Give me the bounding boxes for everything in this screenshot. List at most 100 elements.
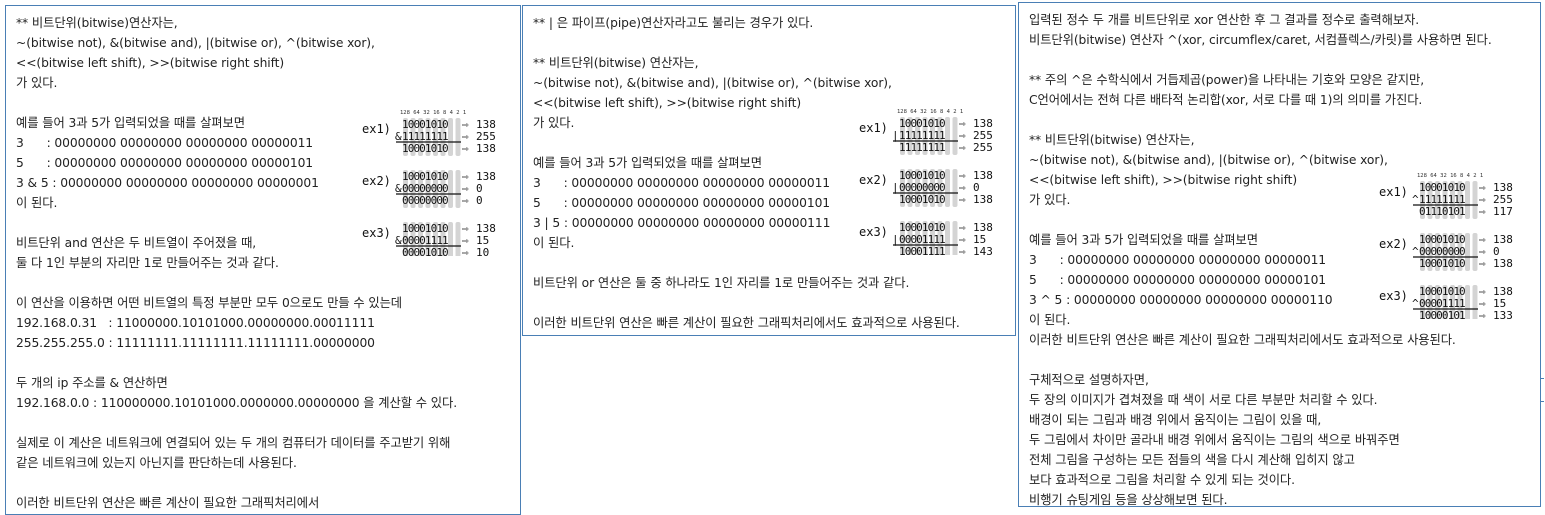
bit-column-shade [455,118,461,156]
decimal-value: 0 [476,194,483,207]
text-line [16,473,514,493]
xor-example-sketch: 128 64 32 16 8 4 2 1 ex1) 10001010 ⇨ 138 ^ 111… [1375,169,1535,323]
example-label: ex3) [362,226,391,240]
bit-column-shade [448,118,453,156]
text-line: 전체 그림을 구성하는 모든 점들의 색을 다시 계산해 입히지 않고 [1029,453,1355,467]
arrow-icon: ⇨ [462,194,469,207]
text-line: 이러한 비트단위 연산은 빠른 계산이 필요한 그래픽처리에서도 효과적으로 사… [1029,333,1456,347]
text-line: 비행기 슈팅게임 등을 상상해보면 된다. [1029,493,1228,507]
bit-row: 10001010 [1419,257,1465,270]
example-3: ex3) 10001010 ⇨ 138| 00001111 ⇨ 1510001111 ⇨ 143 [859,221,993,259]
text-line: 보다 효과적으로 그림을 처리할 수 있게 되는 것이다. [1029,473,1295,487]
example-label: ex2) [1379,237,1408,251]
and-example-sketch: 128 64 32 16 8 4 2 1 ex1) 10001010 ⇨ 138 & 111… [358,106,518,260]
bit-column-shade [1472,233,1478,271]
operator-symbol: | [892,233,899,246]
bit-column-shade [1465,181,1470,219]
operator-symbol: & [395,182,402,195]
bit-examples-drawing: 128 64 32 16 8 4 2 1ex1) 10001010 ⇨ 138& 111… [362,110,496,260]
arrow-icon: ⇨ [959,193,966,206]
edge-divider-mark [1541,401,1544,402]
operator-symbol: | [892,129,899,142]
text-line: 255.255.255.0 : 11111111.11111111.111111… [16,336,375,350]
text-line: ** 비트단위(bitwise) 연산자는, [533,56,699,70]
text-line: ~(bitwise not), &(bitwise and), |(bitwis… [1029,153,1388,167]
example-label: ex2) [362,174,391,188]
bit-examples-drawing: 128 64 32 16 8 4 2 1ex1) 10001010 ⇨ 138^ 111… [1379,173,1513,323]
panel-text: ** 비트단위(bitwise)연산자는, ~(bitwise not), &(b… [16,13,514,513]
operator-symbol: & [395,234,402,247]
text-line: 이 연산을 이용하면 어떤 비트열의 특정 부분만 모두 0으로도 만들 수 있… [16,296,403,310]
text-line: C언어에서는 전혀 다른 배타적 논리합(xor, 서로 다를 때 1)의 의미… [1029,93,1423,107]
text-line [16,353,514,373]
bit-examples-drawing: 128 64 32 16 8 4 2 1ex1) 10001010 ⇨ 138| 111… [859,109,993,259]
example-3: ex3) 10001010 ⇨ 138& 00001111 ⇨ 1500001010 ⇨ 10 [362,222,496,260]
bit-row: 00000000 [402,194,448,207]
text-line: 192.168.0.31 : 11000000.10101000.0000000… [16,316,375,330]
example-label: ex1) [1379,185,1408,199]
bit-column-shade [952,221,958,259]
operator-symbol: ^ [1412,297,1419,310]
example-label: ex1) [362,122,391,136]
decimal-value: 143 [973,245,993,255]
example-1: ex1) 10001010 ⇨ 138| 11111111 ⇨ 25511111111 ⇨ 25… [859,117,993,155]
bit-row: 01110101 [1419,205,1465,218]
text-line: 두 개의 ip 주소를 & 연산하면 [16,376,168,390]
text-line: 배경이 되는 그림과 배경 위에서 움직이는 그림이 있을 때, [1029,413,1322,427]
bit-column-shade [1465,285,1470,323]
text-line [533,33,1009,53]
bit-column-shade [952,169,958,207]
decimal-value: 133 [1493,309,1513,319]
bit-column-shade [1465,233,1470,271]
text-line: 실제로 이 계산은 네트워크에 연결되어 있는 두 개의 컴퓨터가 데이터를 주… [16,436,451,450]
bitwise-and-panel: ** 비트단위(bitwise)연산자는, ~(bitwise not), &(b… [5,5,521,515]
decimal-value: 255 [973,141,993,154]
example-2: ex2) 10001010 ⇨ 138^ 00000000 ⇨ 010001010 ⇨ 138 [1379,233,1513,271]
text-line [16,273,514,293]
bit-column-shade [945,169,950,207]
decimal-value: 138 [1493,257,1513,270]
bit-column-shade [952,117,958,155]
operator-symbol: | [892,181,899,194]
text-line: 192.168.0.0 : 110000000.10101000.0000000… [16,396,457,410]
arrow-icon: ⇨ [959,141,966,154]
bit-column-shade [448,170,453,208]
bit-row: 11111111 [899,141,945,154]
arrow-icon: ⇨ [1479,257,1486,270]
bit-column-shade [455,170,461,208]
operator-symbol: ^ [1412,245,1419,258]
text-line: 이러한 비트단위 연산은 빠른 계산이 필요한 그래픽처리에서도 효과적으로 사… [533,316,960,330]
example-label: ex2) [859,173,888,187]
text-line: 같은 네트워크에 있는지 아닌지를 판단하는데 사용된다. [16,456,297,470]
text-line: ~(bitwise not), &(bitwise and), |(bitwis… [533,76,892,90]
example-1: ex1) 10001010 ⇨ 138^ 11111111 ⇨ 25501110101 ⇨ 11… [1379,181,1513,219]
example-label: ex3) [859,225,888,239]
example-3: ex3) 10001010 ⇨ 138^ 00001111 ⇨ 1510000101 ⇨ 133 [1379,285,1513,323]
example-1: ex1) 10001010 ⇨ 138& 11111111 ⇨ 25510001010 ⇨ 13… [362,118,496,156]
bit-weights-header: 128 64 32 16 8 4 2 1 [1417,173,1483,179]
text-line: 비트단위 or 연산은 둘 중 하나라도 1인 자리를 1로 만들어주는 것과 … [533,276,910,290]
arrow-icon: ⇨ [1479,205,1486,218]
operator-symbol: & [395,130,402,143]
bit-column-shade [1472,181,1478,219]
text-line [1029,50,1534,70]
arrow-icon: ⇨ [959,245,966,255]
text-line [1029,110,1534,130]
text-line: 두 장의 이미지가 겹쳐졌을 때 색이 서로 다른 부분만 처리할 수 있다. [1029,393,1378,407]
text-line: 구체적으로 설명하자면, [1029,373,1149,387]
text-line: ** 비트단위(bitwise)연산자는, [16,16,178,30]
bit-column-shade [448,222,453,260]
example-label: ex1) [859,121,888,135]
text-line [16,413,514,433]
text-line: <<(bitwise left shift), >>(bitwise right… [16,56,285,70]
decimal-value: 117 [1493,205,1513,218]
bit-row: 10001010 [899,193,945,206]
operator-symbol: ^ [1412,193,1419,206]
edge-divider-mark [1541,378,1544,379]
text-line: ~(bitwise not), &(bitwise and), |(bitwis… [16,36,375,50]
bit-row: 10001111 [899,245,945,255]
text-line [1029,350,1534,370]
bit-column-shade [945,221,950,259]
decimal-value: 138 [476,142,496,155]
example-2: ex2) 10001010 ⇨ 138& 00000000 ⇨ 000000000 ⇨ 0 [362,170,496,208]
